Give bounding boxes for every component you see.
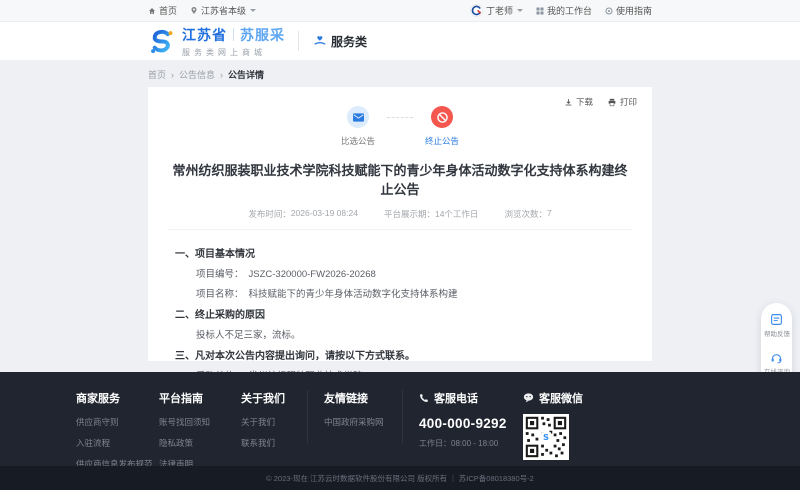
notice-steps: 比选公告 终止公告 xyxy=(168,106,632,147)
section-heading: 二、终止采购的原因 xyxy=(175,306,625,321)
field-project-number: 项目编号：JSZC-320000-FW2026-20268 xyxy=(196,266,625,280)
notice-meta: 发布时间：2026-03-19 08:24 平台展示期：14个工作日 浏览次数：… xyxy=(168,208,632,230)
print-button[interactable]: 打印 xyxy=(607,96,637,108)
footer-link[interactable]: 联系我们 xyxy=(241,437,307,449)
step-termination-notice[interactable]: 终止公告 xyxy=(413,106,471,147)
service-phone-hours: 工作日：08:00 - 18:00 xyxy=(419,438,523,449)
logo-province: 江苏省 xyxy=(182,25,227,45)
step-connector xyxy=(387,117,413,118)
footer-link[interactable]: 关于我们 xyxy=(241,416,307,428)
site-logo[interactable]: 江苏省 苏服采 服务类网上商城 xyxy=(148,25,285,58)
footer-link[interactable]: 入驻流程 xyxy=(76,437,159,449)
footer-divider xyxy=(307,390,308,444)
breadcrumb-separator: › xyxy=(220,70,223,80)
top-utility-bar: 首页 江苏省本级 丁老师 我的工作台 xyxy=(0,0,800,22)
download-icon xyxy=(564,98,573,107)
grid-icon xyxy=(536,7,544,15)
header-divider xyxy=(298,31,299,51)
category-badge-label: 服务类 xyxy=(331,33,367,50)
service-phone-title: 客服电话 xyxy=(434,390,478,406)
service-phone-number: 400-000-9292 xyxy=(419,416,523,431)
download-button[interactable]: 下载 xyxy=(564,96,593,108)
chevron-down-icon xyxy=(250,9,256,12)
avatar xyxy=(470,4,483,17)
guide-icon xyxy=(605,7,613,15)
svg-text:S: S xyxy=(543,432,549,442)
footer-divider xyxy=(402,390,403,444)
section-heading: 一、项目基本情况 xyxy=(175,245,625,260)
field-termination-reason: 投标人不足三家，流标。 xyxy=(196,327,625,341)
chevron-down-icon xyxy=(517,9,523,12)
view-count: 浏览次数：7 xyxy=(504,208,551,220)
breadcrumb-home[interactable]: 首页 xyxy=(148,68,166,81)
prohibition-icon xyxy=(436,111,449,124)
location-pin-icon xyxy=(190,6,198,15)
step-label: 终止公告 xyxy=(425,135,459,147)
brand-s-mark-icon xyxy=(148,28,175,55)
footer-link[interactable]: 隐私政策 xyxy=(159,437,241,449)
region-selector-label: 江苏省本级 xyxy=(201,4,246,17)
site-footer: 商家服务 供应商守则 入驻流程 供应商信息发布规范 平台指南 账号找回须知 隐私… xyxy=(0,372,800,466)
print-button-label: 打印 xyxy=(620,96,637,108)
card-actions: 下载 打印 xyxy=(564,96,637,108)
wechat-title: 客服微信 xyxy=(539,390,583,406)
wechat-qr-code[interactable]: S xyxy=(523,414,569,460)
copyright-bar: © 2023-现在 江苏云时数据软件股份有限公司 版权所有 ｜ 苏ICP备080… xyxy=(0,466,800,490)
notice-card: 下载 打印 比选公告 终止公告 常州纺织服装职业技术学院科技赋能 xyxy=(148,87,652,361)
home-link[interactable]: 首页 xyxy=(148,4,177,17)
download-button-label: 下载 xyxy=(576,96,593,108)
logo-text: 江苏省 苏服采 服务类网上商城 xyxy=(182,25,285,58)
wechat-icon xyxy=(523,393,534,403)
copyright-text: © 2023-现在 江苏云时数据软件股份有限公司 版权所有 ｜ 苏ICP备080… xyxy=(266,473,534,484)
field-project-name: 项目名称：科技赋能下的青少年身体活动数字化支持体系构建 xyxy=(196,286,625,300)
phone-icon xyxy=(419,393,429,403)
home-icon xyxy=(148,7,156,15)
page: 首页 江苏省本级 丁老师 我的工作台 xyxy=(0,0,800,361)
breadcrumb-notices[interactable]: 公告信息 xyxy=(179,68,215,81)
user-name: 丁老师 xyxy=(486,4,513,17)
region-selector[interactable]: 江苏省本级 xyxy=(190,4,256,17)
headset-icon xyxy=(770,351,783,364)
feedback-button[interactable]: 帮助反馈 xyxy=(763,313,791,339)
logo-subtitle: 服务类网上商城 xyxy=(182,47,285,58)
logo-divider xyxy=(233,28,234,41)
logo-brand: 苏服采 xyxy=(240,25,285,45)
step-selection-notice[interactable]: 比选公告 xyxy=(329,106,387,147)
guide-link-label: 使用指南 xyxy=(616,4,652,17)
footer-link[interactable]: 供应商守则 xyxy=(76,416,159,428)
guide-link[interactable]: 使用指南 xyxy=(605,4,652,17)
user-menu[interactable]: 丁老师 xyxy=(470,4,523,17)
section-heading: 三、凡对本次公告内容提出询问，请按以下方式联系。 xyxy=(175,347,625,362)
workbench-link-label: 我的工作台 xyxy=(547,4,592,17)
home-link-label: 首页 xyxy=(159,4,177,17)
breadcrumb-current: 公告详情 xyxy=(228,68,264,81)
step-label: 比选公告 xyxy=(341,135,375,147)
publish-time: 发布时间：2026-03-19 08:24 xyxy=(248,208,358,220)
breadcrumb-separator: › xyxy=(171,70,174,80)
workbench-link[interactable]: 我的工作台 xyxy=(536,4,592,17)
feedback-button-label: 帮助反馈 xyxy=(764,329,790,338)
footer-link[interactable]: 中国政府采购网 xyxy=(324,416,402,428)
display-period: 平台展示期：14个工作日 xyxy=(384,208,478,220)
envelope-icon xyxy=(353,113,364,122)
notice-title: 常州纺织服装职业技术学院科技赋能下的青少年身体活动数字化支持体系构建终止公告 xyxy=(168,160,632,198)
breadcrumb: 首页 › 公告信息 › 公告详情 xyxy=(0,60,800,87)
topbar-right: 丁老师 我的工作台 使用指南 xyxy=(470,4,652,17)
site-header: 江苏省 苏服采 服务类网上商城 服务类 xyxy=(0,22,800,60)
print-icon xyxy=(607,98,617,107)
hand-heart-icon xyxy=(312,34,327,48)
topbar-left: 首页 江苏省本级 xyxy=(148,4,256,17)
footer-link[interactable]: 账号找回须知 xyxy=(159,416,241,428)
feedback-form-icon xyxy=(770,313,783,326)
category-badge[interactable]: 服务类 xyxy=(312,33,367,50)
